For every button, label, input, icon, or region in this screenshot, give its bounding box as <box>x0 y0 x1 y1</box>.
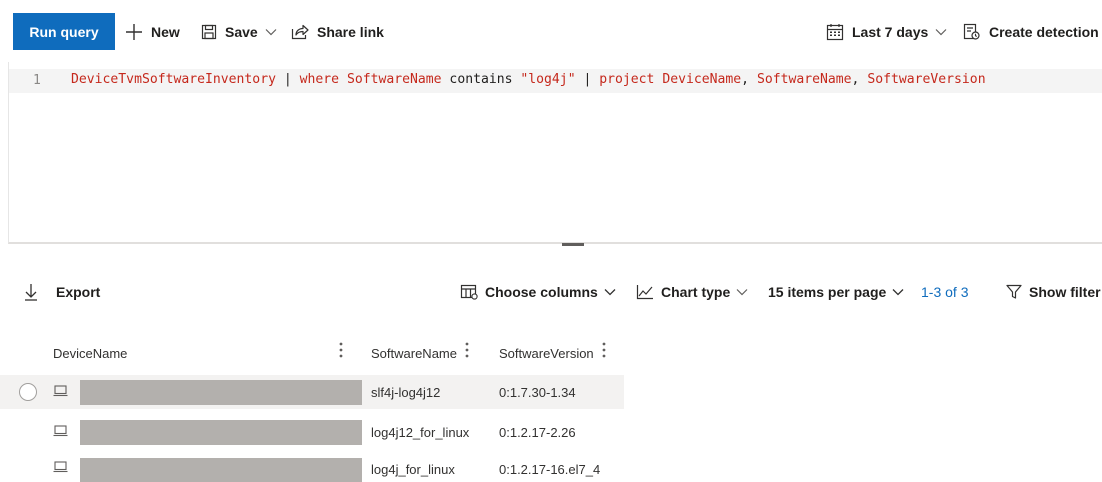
query-text[interactable]: DeviceTvmSoftwareInventory | where Softw… <box>71 72 986 87</box>
save-button[interactable]: Save <box>201 13 277 50</box>
project-keyword: project <box>599 72 655 87</box>
pipe-token: | <box>275 72 300 87</box>
chart-type-dropdown[interactable]: Chart type <box>636 280 748 304</box>
row-select-radio[interactable] <box>19 383 37 401</box>
table-row[interactable]: log4j12_for_linux 0:1.2.17-2.26 <box>0 415 624 449</box>
table-row[interactable]: log4j_for_linux 0:1.2.17-16.el7_4 <box>0 448 624 482</box>
table-token: DeviceTvmSoftwareInventory <box>71 72 276 87</box>
column-options-icon[interactable] <box>338 341 344 359</box>
pipe-token: | <box>575 72 600 87</box>
chevron-down-icon <box>736 288 748 296</box>
new-label: New <box>151 23 180 40</box>
column-token: SoftwareName <box>756 72 852 87</box>
column-options-icon[interactable] <box>601 341 607 359</box>
software-name-cell: slf4j-log4j12 <box>371 385 441 400</box>
create-detection-icon <box>963 23 981 41</box>
create-detection-rule-button[interactable]: Create detection <box>963 13 1099 50</box>
new-button[interactable]: New <box>125 13 180 50</box>
table-row[interactable]: slf4j-log4j12 0:1.7.30-1.34 <box>0 375 624 409</box>
run-query-button[interactable]: Run query <box>13 13 115 50</box>
comma-token: , <box>851 72 868 87</box>
where-keyword: where <box>299 72 340 87</box>
column-header-devicename[interactable]: DeviceName <box>53 342 127 364</box>
chevron-down-icon <box>265 28 277 36</box>
device-icon <box>53 461 68 473</box>
software-name-cell: log4j12_for_linux <box>371 425 470 440</box>
pagination-label: 1-3 of 3 <box>921 284 969 300</box>
calendar-icon <box>826 23 844 41</box>
comma-token: , <box>741 72 757 87</box>
share-link-button[interactable]: Share link <box>291 13 384 50</box>
share-link-label: Share link <box>317 23 384 40</box>
redacted-device-name <box>80 458 362 482</box>
chart-type-label: Chart type <box>661 284 731 300</box>
chevron-down-icon <box>935 28 947 36</box>
line-number: 1 <box>33 73 41 88</box>
columns-icon <box>460 284 478 300</box>
pagination-indicator[interactable]: 1-3 of 3 <box>921 280 968 304</box>
choose-columns-label: Choose columns <box>485 284 598 300</box>
software-version-cell: 0:1.2.17-2.26 <box>499 425 576 440</box>
time-range-label: Last 7 days <box>852 23 929 40</box>
show-filter-button[interactable]: Show filter <box>1006 280 1101 304</box>
redacted-device-name <box>80 420 362 445</box>
software-version-cell: 0:1.2.17-16.el7_4 <box>499 462 601 477</box>
export-button[interactable]: Export <box>24 280 100 304</box>
time-range-dropdown[interactable]: Last 7 days <box>826 13 947 50</box>
create-detection-label: Create detection <box>989 23 1099 40</box>
device-icon <box>53 385 68 397</box>
save-icon <box>201 24 217 40</box>
chevron-down-icon <box>604 288 616 296</box>
items-per-page-label: 15 items per page <box>768 284 887 300</box>
column-token: DeviceName <box>662 72 742 87</box>
software-name-cell: log4j_for_linux <box>371 462 455 477</box>
filter-icon <box>1006 284 1022 300</box>
redacted-device-name <box>80 380 362 405</box>
plus-icon <box>125 23 143 41</box>
device-icon <box>53 425 68 437</box>
choose-columns-button[interactable]: Choose columns <box>460 280 616 304</box>
column-header-label: SoftwareVersion <box>499 345 594 361</box>
field-token: SoftwareName <box>346 72 442 87</box>
items-per-page-dropdown[interactable]: 15 items per page <box>768 280 904 304</box>
share-icon <box>291 24 309 40</box>
column-token: SoftwareVersion <box>867 72 986 87</box>
column-header-label: SoftwareName <box>371 345 457 361</box>
show-filter-label: Show filter <box>1029 284 1101 300</box>
export-icon <box>24 283 38 301</box>
column-header-label: DeviceName <box>53 345 128 361</box>
column-header-softwareversion[interactable]: SoftwareVersion <box>499 342 594 364</box>
query-editor[interactable]: 1 DeviceTvmSoftwareInventory | where Sof… <box>8 62 1102 244</box>
save-label: Save <box>225 23 258 40</box>
chart-icon <box>636 284 654 300</box>
resize-handle[interactable] <box>562 243 584 246</box>
export-label: Export <box>56 284 101 300</box>
software-version-cell: 0:1.7.30-1.34 <box>499 385 576 400</box>
query-toolbar: Run query New Save Share link Last 7 day… <box>0 0 1102 62</box>
string-literal: "log4j" <box>520 72 576 87</box>
column-header-softwarename[interactable]: SoftwareName <box>371 342 457 364</box>
contains-operator: contains <box>441 72 521 87</box>
chevron-down-icon <box>892 288 904 296</box>
column-options-icon[interactable] <box>464 341 470 359</box>
